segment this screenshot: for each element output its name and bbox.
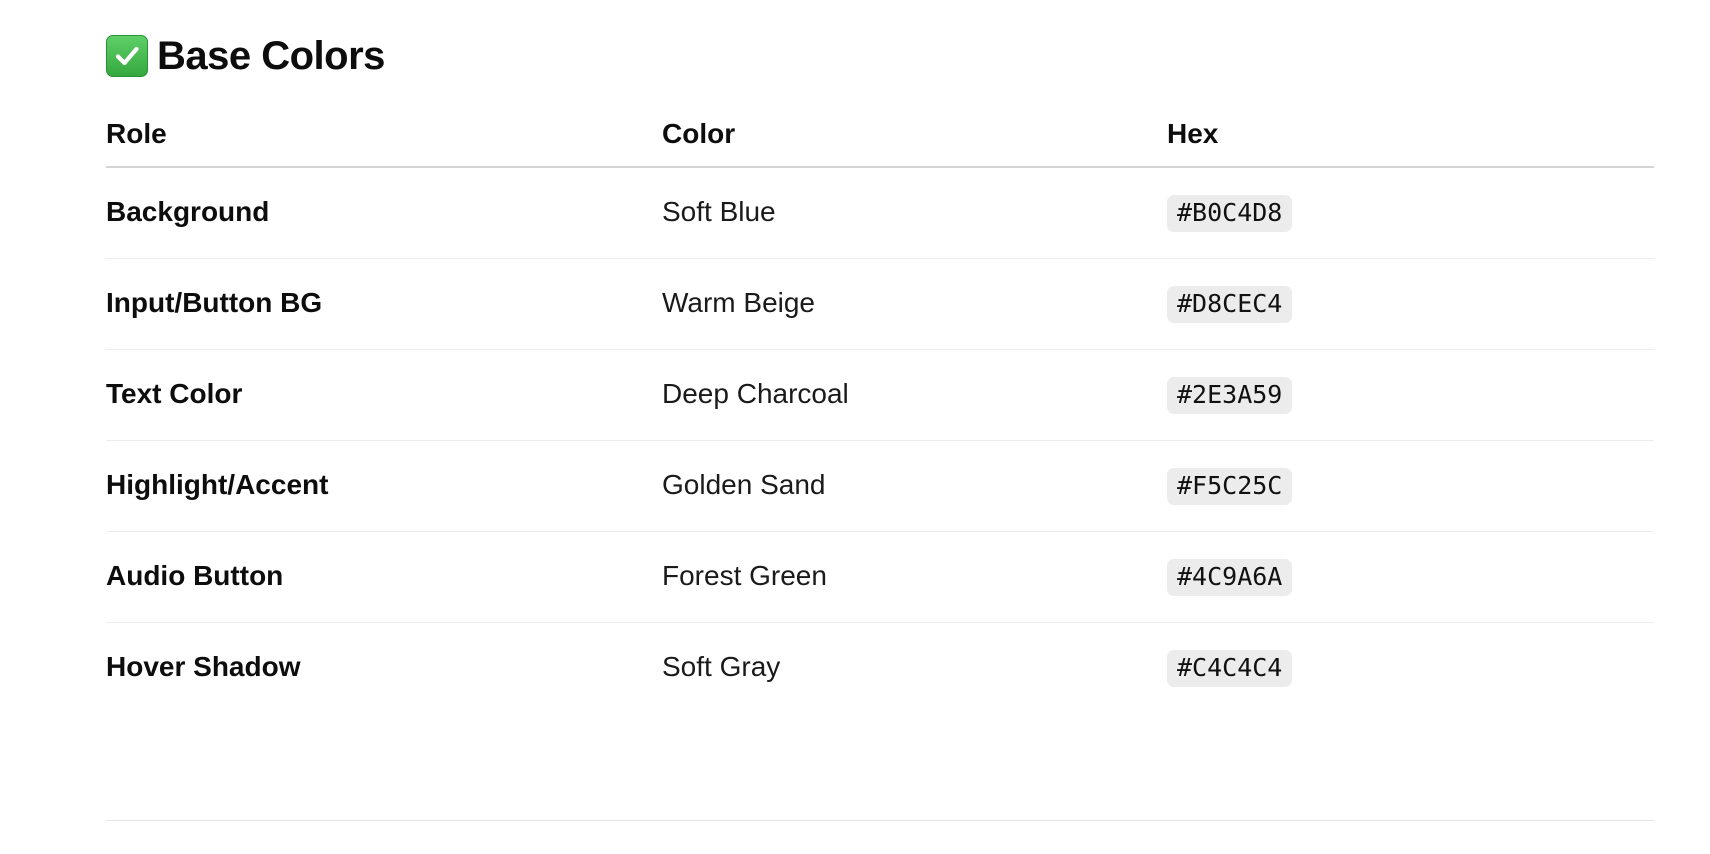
hex-code: #F5C25C (1167, 468, 1293, 505)
role-cell: Background (106, 196, 270, 227)
color-cell: Soft Blue (662, 196, 776, 227)
role-cell: Text Color (106, 378, 243, 409)
table-row: Input/Button BG Warm Beige #D8CEC4 (106, 259, 1654, 350)
hex-code: #D8CEC4 (1167, 286, 1293, 323)
table-row: Highlight/Accent Golden Sand #F5C25C (106, 441, 1654, 532)
header-hex: Hex (1167, 118, 1219, 149)
color-cell: Forest Green (662, 560, 827, 591)
role-cell: Highlight/Accent (106, 469, 329, 500)
section-title: Base Colors (157, 33, 385, 78)
table-row: Text Color Deep Charcoal #2E3A59 (106, 350, 1654, 441)
table-row: Hover Shadow Soft Gray #C4C4C4 (106, 623, 1654, 714)
color-cell: Deep Charcoal (662, 378, 849, 409)
hex-code: #B0C4D8 (1167, 195, 1293, 232)
color-cell: Warm Beige (662, 287, 816, 318)
color-cell: Soft Gray (662, 651, 781, 682)
header-color: Color (662, 118, 736, 149)
hex-code: #4C9A6A (1167, 559, 1293, 596)
role-cell: Audio Button (106, 560, 284, 591)
document-page: Base Colors Role Color Hex Background So… (0, 0, 1710, 854)
table-row: Audio Button Forest Green #4C9A6A (106, 532, 1654, 623)
hex-code: #C4C4C4 (1167, 650, 1293, 687)
table-header: Role Color Hex (106, 104, 1654, 168)
colors-table: Role Color Hex Background Soft Blue #B0C… (106, 104, 1654, 714)
hex-code: #2E3A59 (1167, 377, 1293, 414)
section-heading: Base Colors (106, 28, 385, 84)
role-cell: Input/Button BG (106, 287, 323, 318)
divider (106, 820, 1654, 821)
check-mark-icon (106, 35, 148, 77)
role-cell: Hover Shadow (106, 651, 301, 682)
color-cell: Golden Sand (662, 469, 826, 500)
table-row: Background Soft Blue #B0C4D8 (106, 168, 1654, 259)
header-role: Role (106, 118, 167, 149)
